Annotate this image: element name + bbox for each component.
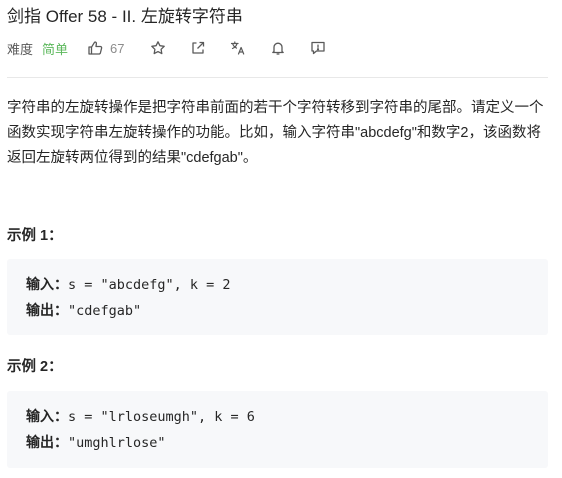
bell-icon[interactable]	[269, 39, 287, 57]
example-1-output-line: 输出："cdefgab"	[26, 300, 141, 320]
example-1-heading: 示例 1：	[7, 228, 63, 244]
problem-page: 剑指 Offer 58 - II. 左旋转字符串 难度 简单 67 字符串的左旋…	[0, 0, 562, 478]
star-icon[interactable]	[149, 39, 167, 57]
difficulty-label: 难度	[7, 41, 34, 57]
thumbs-up-icon	[86, 39, 104, 57]
input-label: 输入：	[26, 276, 68, 292]
share-icon[interactable]	[189, 39, 207, 57]
example-2-output: "umghlrlose"	[68, 435, 166, 451]
example-2-input-line: 输入：s = "lrloseumgh", k = 6	[26, 406, 255, 426]
example-2-heading: 示例 2：	[7, 359, 63, 375]
translate-icon[interactable]	[229, 39, 247, 57]
output-label: 输出：	[26, 434, 68, 450]
example-1-input-line: 输入：s = "abcdefg", k = 2	[26, 274, 231, 294]
example-2-output-line: 输出："umghlrlose"	[26, 432, 166, 452]
divider	[7, 77, 548, 78]
like-count: 67	[110, 40, 125, 56]
like-button[interactable]: 67	[86, 39, 125, 57]
feedback-icon[interactable]	[309, 39, 327, 57]
example-2-input: s = "lrloseumgh", k = 6	[68, 409, 255, 425]
example-1-input: s = "abcdefg", k = 2	[68, 277, 231, 293]
output-label: 输出：	[26, 302, 68, 318]
example-2-block: 输入：s = "lrloseumgh", k = 6 输出："umghlrlos…	[7, 391, 548, 468]
difficulty-badge: 简单	[42, 41, 69, 57]
problem-description: 字符串的左旋转操作是把字符串前面的若干个字符转移到字符串的尾部。请定义一个函数实…	[7, 100, 544, 166]
problem-meta-bar: 难度 简单 67	[7, 38, 327, 58]
example-1-output: "cdefgab"	[68, 303, 142, 319]
input-label: 输入：	[26, 408, 68, 424]
example-1-block: 输入：s = "abcdefg", k = 2 输出："cdefgab"	[7, 259, 548, 335]
problem-title: 剑指 Offer 58 - II. 左旋转字符串	[7, 7, 243, 26]
